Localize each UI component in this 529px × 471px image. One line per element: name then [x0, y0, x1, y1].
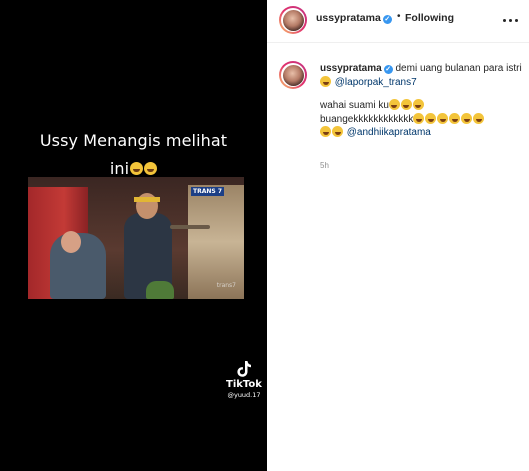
caption-line3: buangekkkkkkkkkkkk — [320, 113, 414, 125]
video-caption-line2: ini — [0, 159, 267, 178]
verified-badge-icon: ✓ — [382, 15, 392, 24]
tiktok-wordmark: TikTok — [226, 379, 262, 390]
post-sidebar: ussypratama ✓ • Following ussypratama ✓ de… — [267, 0, 529, 471]
avatar-photo — [282, 64, 304, 86]
laughing-emoji-icon — [425, 112, 437, 124]
caption-line: buangekkkkkkkkkkkk — [320, 112, 525, 127]
video-caption-line1: Ussy Menangis melihat — [39, 131, 228, 150]
caption-line2: wahai suami ku — [320, 100, 389, 111]
mention-link[interactable]: @andhiikapratama — [347, 127, 431, 138]
video-caption-word: ini — [109, 159, 130, 178]
laughing-emoji-icon — [449, 112, 461, 124]
header-username-group: ussypratama ✓ — [316, 12, 392, 24]
tiktok-watermark: TikTok @yuud.17 — [225, 360, 263, 399]
tv-clip-frame: TRANS 7 trans7 — [28, 177, 244, 299]
verified-badge-icon: ✓ — [383, 65, 393, 74]
tiktok-handle: @yuud.17 — [227, 391, 261, 399]
laughing-emoji-icon — [320, 75, 331, 87]
caption-username[interactable]: ussypratama — [320, 63, 382, 74]
laughing-emoji-icon — [320, 126, 331, 137]
caption-text: ussypratama ✓ demi uang bulanan para istr… — [320, 62, 525, 140]
tiktok-logo-icon — [237, 361, 251, 377]
header-username[interactable]: ussypratama — [316, 12, 381, 24]
rofl-emoji-icon — [130, 162, 144, 175]
clip-headband — [134, 197, 160, 202]
clip-person-seated-head — [61, 231, 81, 253]
avatar-photo — [282, 9, 304, 31]
caption-text-part1: demi uang bulanan para istri — [395, 63, 522, 74]
laughing-emoji-icon — [473, 112, 485, 124]
trans7-watermark: trans7 — [216, 282, 236, 289]
post-header: ussypratama ✓ • Following — [267, 0, 529, 43]
avatar[interactable] — [279, 6, 307, 34]
laughing-emoji-icon — [413, 112, 425, 124]
clip-tray — [170, 225, 210, 229]
trans7-logo: TRANS 7 — [191, 187, 224, 196]
laughing-emoji-icon — [332, 126, 343, 137]
caption-line: ussypratama ✓ demi uang bulanan para istr… — [320, 62, 525, 89]
caption-line: @andhiikapratama — [320, 126, 525, 140]
laughing-emoji-icon — [388, 99, 400, 110]
post-timestamp[interactable]: 5h — [320, 161, 329, 170]
laughing-emoji-icon — [437, 112, 449, 124]
more-options-icon[interactable] — [501, 13, 519, 27]
avatar[interactable] — [279, 61, 307, 89]
laughing-emoji-icon — [461, 112, 473, 124]
post-media[interactable]: Ussy Menangis melihat ini TRANS 7 trans7… — [0, 0, 267, 471]
clip-plant — [146, 281, 174, 299]
laughing-emoji-icon — [412, 99, 424, 110]
caption-line: wahai suami ku — [320, 99, 525, 113]
header-separator: • — [397, 11, 401, 22]
more-dot — [503, 19, 506, 22]
rofl-emoji-icon — [144, 162, 158, 175]
more-dot — [509, 19, 512, 22]
mention-link[interactable]: @laporpak_trans7 — [335, 77, 417, 88]
following-button[interactable]: Following — [405, 12, 454, 24]
more-dot — [515, 19, 518, 22]
laughing-emoji-icon — [400, 99, 412, 110]
